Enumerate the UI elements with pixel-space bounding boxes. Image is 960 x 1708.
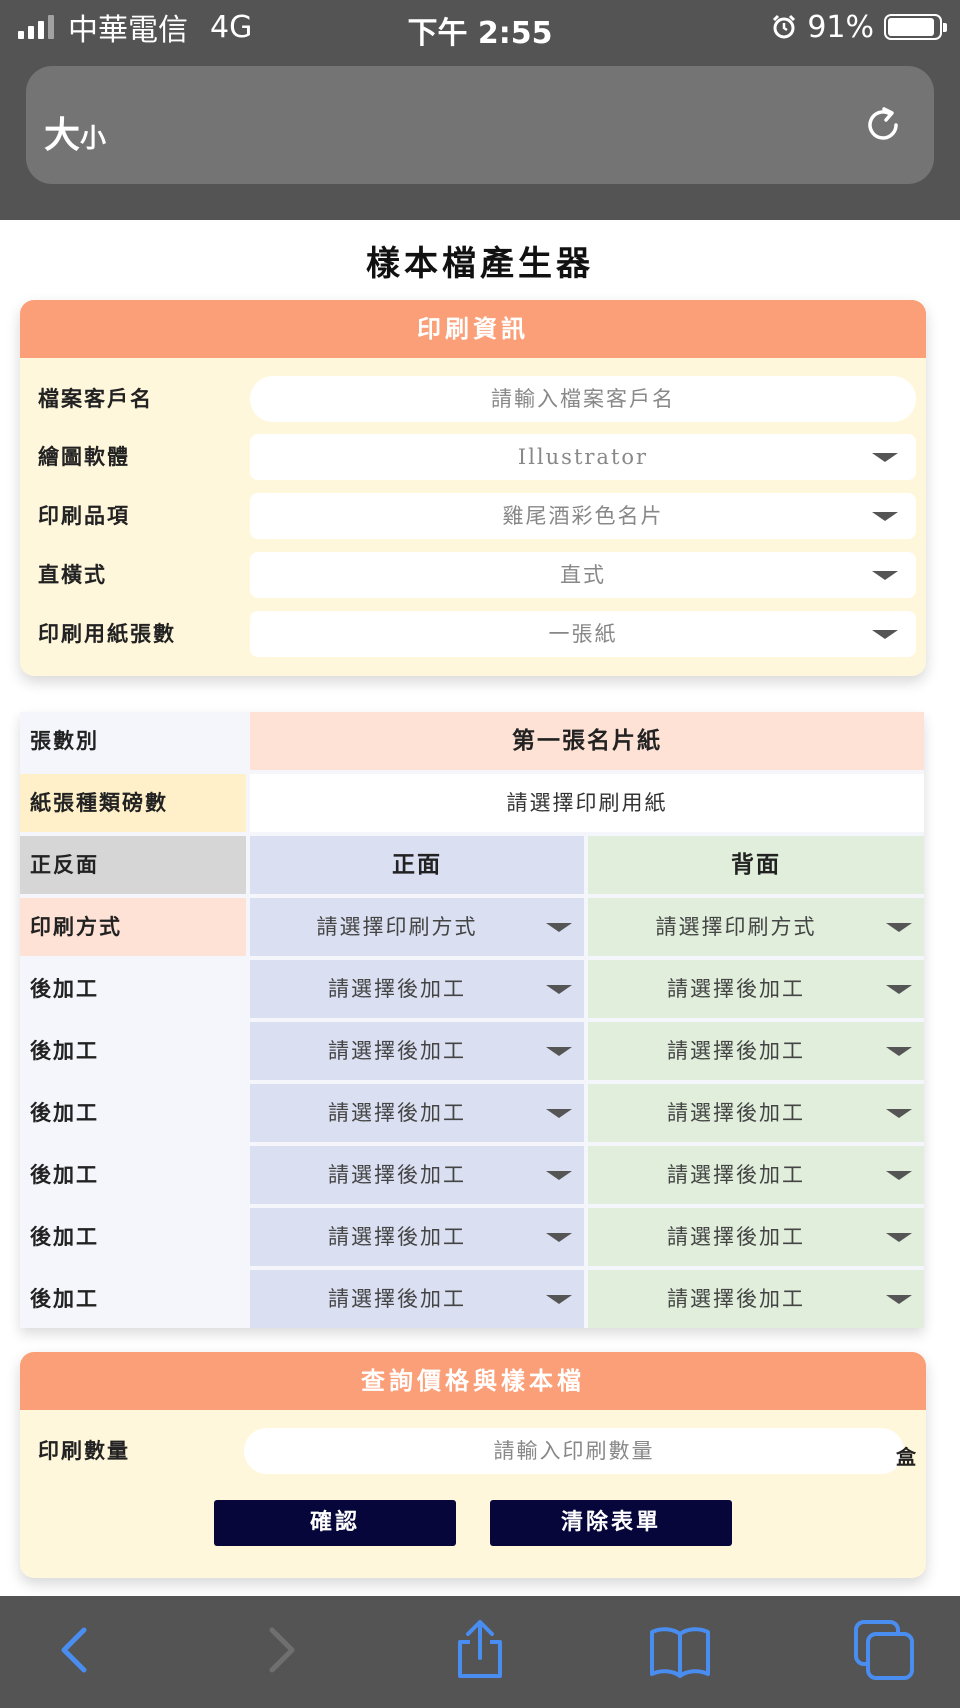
back-post-process-select-1[interactable]: 請選擇後加工 <box>588 960 924 1018</box>
software-select[interactable]: Illustrator <box>250 434 916 480</box>
front-post-process-select-4[interactable]: 請選擇後加工 <box>250 1146 584 1204</box>
product-row: 印刷品項 雞尾酒彩色名片 <box>20 493 926 539</box>
chevron-down-icon <box>886 1047 912 1056</box>
quantity-row: 印刷數量 請輸入印刷數量 <box>20 1428 926 1474</box>
sheet-value: 第一張名片紙 <box>250 712 924 770</box>
chevron-down-icon <box>546 1109 572 1118</box>
post-process-label-4: 後加工 <box>20 1146 246 1204</box>
post-process-label-6: 後加工 <box>20 1270 246 1328</box>
forward-arrow-icon[interactable] <box>248 1618 312 1682</box>
software-row: 繪圖軟體 Illustrator <box>20 434 926 480</box>
paper-type-select[interactable]: 請選擇印刷用紙 <box>250 774 924 832</box>
quantity-unit: 盒 <box>896 1445 916 1469</box>
chevron-down-icon <box>546 1295 572 1304</box>
quantity-label: 印刷數量 <box>38 1439 130 1463</box>
software-label: 繪圖軟體 <box>38 445 130 469</box>
chevron-down-icon <box>872 630 898 639</box>
front-post-process-select-6[interactable]: 請選擇後加工 <box>250 1270 584 1328</box>
back-post-process-select-6[interactable]: 請選擇後加工 <box>588 1270 924 1328</box>
browser-top-chrome: 中華電信 4G 下午 2:55 91% 大小 <box>0 0 960 220</box>
client-name-row: 檔案客戶名 請輸入檔案客戶名 <box>20 376 926 422</box>
paper-type-label: 紙張種類磅數 <box>20 774 246 832</box>
sheet-label: 張數別 <box>20 712 246 770</box>
reload-icon[interactable] <box>860 102 906 148</box>
sheet-count-label: 印刷用紙張數 <box>38 622 176 646</box>
chevron-down-icon <box>872 571 898 580</box>
print-info-header: 印刷資訊 <box>20 300 926 358</box>
chevron-down-icon <box>546 923 572 932</box>
client-name-input[interactable]: 請輸入檔案客戶名 <box>250 376 916 422</box>
back-post-process-select-4[interactable]: 請選擇後加工 <box>588 1146 924 1204</box>
back-header: 背面 <box>588 836 924 894</box>
front-post-process-select-3[interactable]: 請選擇後加工 <box>250 1084 584 1142</box>
back-post-process-select-2[interactable]: 請選擇後加工 <box>588 1022 924 1080</box>
post-process-label-1: 後加工 <box>20 960 246 1018</box>
query-header: 查詢價格與樣本檔 <box>20 1352 926 1410</box>
product-select[interactable]: 雞尾酒彩色名片 <box>250 493 916 539</box>
url-bar[interactable]: 大小 <box>26 66 934 184</box>
quantity-input[interactable]: 請輸入印刷數量 <box>244 1428 904 1474</box>
post-process-label-5: 後加工 <box>20 1208 246 1266</box>
product-label: 印刷品項 <box>38 504 130 528</box>
chevron-down-icon <box>886 923 912 932</box>
orientation-select[interactable]: 直式 <box>250 552 916 598</box>
front-post-process-select-2[interactable]: 請選擇後加工 <box>250 1022 584 1080</box>
front-print-method-select[interactable]: 請選擇印刷方式 <box>250 898 584 956</box>
paper-options-table: 張數別 第一張名片紙 紙張種類磅數 請選擇印刷用紙 正反面 正面 背面 印刷方式… <box>20 712 924 1328</box>
orientation-label: 直橫式 <box>38 563 107 587</box>
post-process-label-3: 後加工 <box>20 1084 246 1142</box>
sheet-count-select[interactable]: 一張紙 <box>250 611 916 657</box>
chevron-down-icon <box>546 1047 572 1056</box>
back-post-process-select-5[interactable]: 請選擇後加工 <box>588 1208 924 1266</box>
print-method-label: 印刷方式 <box>20 898 246 956</box>
chevron-down-icon <box>546 1233 572 1242</box>
status-bar: 中華電信 4G 下午 2:55 91% <box>0 0 960 56</box>
chevron-down-icon <box>886 985 912 994</box>
front-post-process-select-5[interactable]: 請選擇後加工 <box>250 1208 584 1266</box>
tabs-icon[interactable] <box>852 1618 916 1682</box>
battery-icon <box>884 14 947 40</box>
page-title: 樣本檔產生器 <box>366 244 594 284</box>
alarm-icon <box>773 14 796 39</box>
side-label: 正反面 <box>20 836 246 894</box>
browser-toolbar <box>0 1596 960 1708</box>
sheet-count-row: 印刷用紙張數 一張紙 <box>20 611 926 657</box>
share-icon[interactable] <box>448 1618 512 1682</box>
chevron-down-icon <box>546 985 572 994</box>
battery-percent: 91% <box>807 9 874 45</box>
query-card: 查詢價格與樣本檔 印刷數量 請輸入印刷數量 盒 確認 清除表單 <box>20 1352 926 1578</box>
back-print-method-select[interactable]: 請選擇印刷方式 <box>588 898 924 956</box>
bookmarks-icon[interactable] <box>648 1618 712 1682</box>
chevron-down-icon <box>872 453 898 462</box>
clear-form-button[interactable]: 清除表單 <box>490 1500 732 1546</box>
print-info-card: 印刷資訊 檔案客戶名 請輸入檔案客戶名 繪圖軟體 Illustrator 印刷品… <box>20 300 926 676</box>
chevron-down-icon <box>546 1171 572 1180</box>
front-header: 正面 <box>250 836 584 894</box>
back-post-process-select-3[interactable]: 請選擇後加工 <box>588 1084 924 1142</box>
orientation-row: 直橫式 直式 <box>20 552 926 598</box>
chevron-down-icon <box>886 1233 912 1242</box>
back-arrow-icon[interactable] <box>44 1618 108 1682</box>
chevron-down-icon <box>886 1171 912 1180</box>
text-size-button[interactable]: 大小 <box>44 106 106 158</box>
post-process-label-2: 後加工 <box>20 1022 246 1080</box>
confirm-button[interactable]: 確認 <box>214 1500 456 1546</box>
chevron-down-icon <box>886 1109 912 1118</box>
chevron-down-icon <box>872 512 898 521</box>
client-name-label: 檔案客戶名 <box>38 387 153 411</box>
chevron-down-icon <box>886 1295 912 1304</box>
front-post-process-select-1[interactable]: 請選擇後加工 <box>250 960 584 1018</box>
